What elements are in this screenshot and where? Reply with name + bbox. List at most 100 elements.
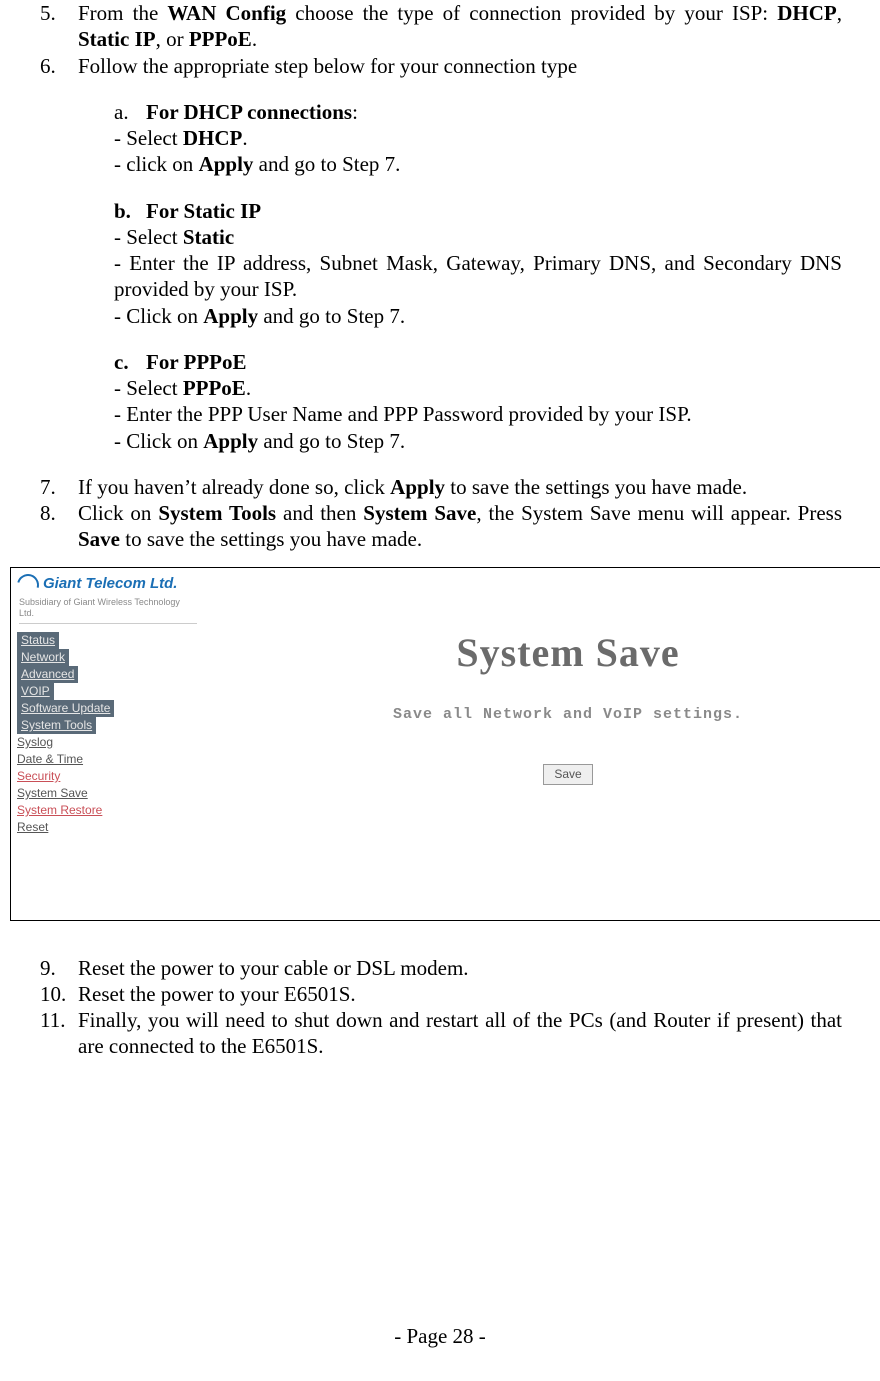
sub-line: - Select DHCP. [114, 125, 842, 151]
nav-syslog[interactable]: Syslog [17, 734, 53, 751]
sub-line: - Enter the IP address, Subnet Mask, Gat… [114, 250, 842, 303]
text-run: to save the settings you have made. [120, 527, 422, 551]
bold-run: Apply [199, 152, 254, 176]
nav-status[interactable]: Status [17, 632, 59, 649]
ordered-list-main-continued-2: 9. Reset the power to your cable or DSL … [38, 955, 842, 1060]
nav-reset[interactable]: Reset [17, 819, 48, 836]
text-run: , the System Save menu will appear. Pres… [476, 501, 842, 525]
ordered-list-main: 5. From the WAN Config choose the type o… [38, 0, 842, 79]
text-run: . [242, 126, 247, 150]
sub-line: - Select Static [114, 224, 842, 250]
bold-run: DHCP [183, 126, 243, 150]
sub-line: - Click on Apply and go to Step 7. [114, 303, 842, 329]
screenshot-main: System Save Save all Network and VoIP se… [271, 628, 865, 786]
bold-run: PPPoE [189, 27, 252, 51]
brand-subtitle: Subsidiary of Giant Wireless Technology … [19, 597, 197, 625]
text-run: - click on [114, 152, 199, 176]
ordered-list-main-continued: 7. If you haven’t already done so, click… [38, 474, 842, 553]
list-item-6: 6. Follow the appropriate step below for… [38, 53, 842, 79]
save-button[interactable]: Save [543, 764, 592, 785]
nav-voip[interactable]: VOIP [17, 683, 54, 700]
logo-arc-icon [13, 569, 43, 599]
nav-system-tools[interactable]: System Tools [17, 717, 96, 734]
embedded-screenshot: Giant Telecom Ltd. Subsidiary of Giant W… [10, 567, 880, 921]
bold-run: DHCP [777, 1, 837, 25]
list-number: 10. [38, 981, 78, 1007]
page: 5. From the WAN Config choose the type o… [0, 0, 880, 1381]
bold-run: PPPoE [183, 376, 246, 400]
sub-item-b: b.For Static IP - Select Static - Enter … [114, 198, 842, 329]
list-item-7: 7. If you haven’t already done so, click… [38, 474, 842, 500]
text-run: If you haven’t already done so, click [78, 475, 390, 499]
list-number: 11. [38, 1007, 78, 1060]
sub-item-c: c.For PPPoE - Select PPPoE. - Enter the … [114, 349, 842, 454]
text-run: From the [78, 1, 167, 25]
text-run: - Select [114, 126, 183, 150]
list-number: 5. [38, 0, 78, 53]
sub-line: - Select PPPoE. [114, 375, 842, 401]
bold-run: Apply [203, 429, 258, 453]
text-run: and go to Step 7. [258, 429, 405, 453]
bold-run: Static [183, 225, 234, 249]
sub-item-a: a.For DHCP connections: - Select DHCP. -… [114, 99, 842, 178]
list-body: From the WAN Config choose the type of c… [78, 0, 842, 53]
sub-title: For PPPoE [146, 349, 247, 375]
bold-run: Apply [390, 475, 445, 499]
screenshot-description: Save all Network and VoIP settings. [271, 706, 865, 725]
nav-date-time[interactable]: Date & Time [17, 751, 83, 768]
save-button-wrap: Save [271, 764, 865, 785]
text-run: and go to Step 7. [258, 304, 405, 328]
text-run: - Select [114, 376, 183, 400]
sub-number: c. [114, 349, 146, 375]
list-body: Click on System Tools and then System Sa… [78, 500, 842, 553]
nav-security[interactable]: Security [17, 768, 60, 785]
list-number: 6. [38, 53, 78, 79]
screenshot-title: System Save [271, 628, 865, 678]
list-number: 9. [38, 955, 78, 981]
bold-run: Static IP [78, 27, 156, 51]
text-run: and go to Step 7. [253, 152, 400, 176]
nav-advanced[interactable]: Advanced [17, 666, 78, 683]
nav-network[interactable]: Network [17, 649, 69, 666]
text-run: . [246, 376, 251, 400]
nav-system-save[interactable]: System Save [17, 785, 88, 802]
sub-number: b. [114, 198, 146, 224]
text-run: , or [156, 27, 189, 51]
bold-run: System Save [363, 501, 476, 525]
text-run: , [837, 1, 842, 25]
sub-line: - Click on Apply and go to Step 7. [114, 428, 842, 454]
screenshot-sidebar: Giant Telecom Ltd. Subsidiary of Giant W… [17, 574, 197, 837]
page-footer: - Page 28 - [0, 1323, 880, 1349]
list-body: Follow the appropriate step below for yo… [78, 53, 842, 79]
text-run: - Click on [114, 429, 203, 453]
list-body: Finally, you will need to shut down and … [78, 1007, 842, 1060]
bold-run: System Tools [158, 501, 276, 525]
brand-logo: Giant Telecom Ltd. [17, 574, 197, 596]
text-run: . [252, 27, 257, 51]
nav-software-update[interactable]: Software Update [17, 700, 114, 717]
bold-run: Save [78, 527, 120, 551]
list-body: Reset the power to your E6501S. [78, 981, 842, 1007]
text-run: to save the settings you have made. [445, 475, 747, 499]
bold-run: For DHCP connections [146, 100, 352, 124]
text-run: Click on [78, 501, 158, 525]
list-item-9: 9. Reset the power to your cable or DSL … [38, 955, 842, 981]
sub-line: - Enter the PPP User Name and PPP Passwo… [114, 401, 842, 427]
brand-name: Giant Telecom Ltd. [43, 575, 177, 594]
bold-run: WAN Config [167, 1, 286, 25]
list-body: If you haven’t already done so, click Ap… [78, 474, 842, 500]
list-item-11: 11. Finally, you will need to shut down … [38, 1007, 842, 1060]
text-run: and then [276, 501, 363, 525]
nav-system-restore[interactable]: System Restore [17, 802, 102, 819]
sub-number: a. [114, 99, 146, 125]
list-body: Reset the power to your cable or DSL mod… [78, 955, 842, 981]
sub-title: For Static IP [146, 198, 261, 224]
sub-list: a.For DHCP connections: - Select DHCP. -… [114, 99, 842, 454]
list-number: 8. [38, 500, 78, 553]
list-item-8: 8. Click on System Tools and then System… [38, 500, 842, 553]
text-run: choose the type of connection provided b… [286, 1, 777, 25]
bold-run: Apply [203, 304, 258, 328]
list-item-10: 10. Reset the power to your E6501S. [38, 981, 842, 1007]
list-number: 7. [38, 474, 78, 500]
sub-line: - click on Apply and go to Step 7. [114, 151, 842, 177]
